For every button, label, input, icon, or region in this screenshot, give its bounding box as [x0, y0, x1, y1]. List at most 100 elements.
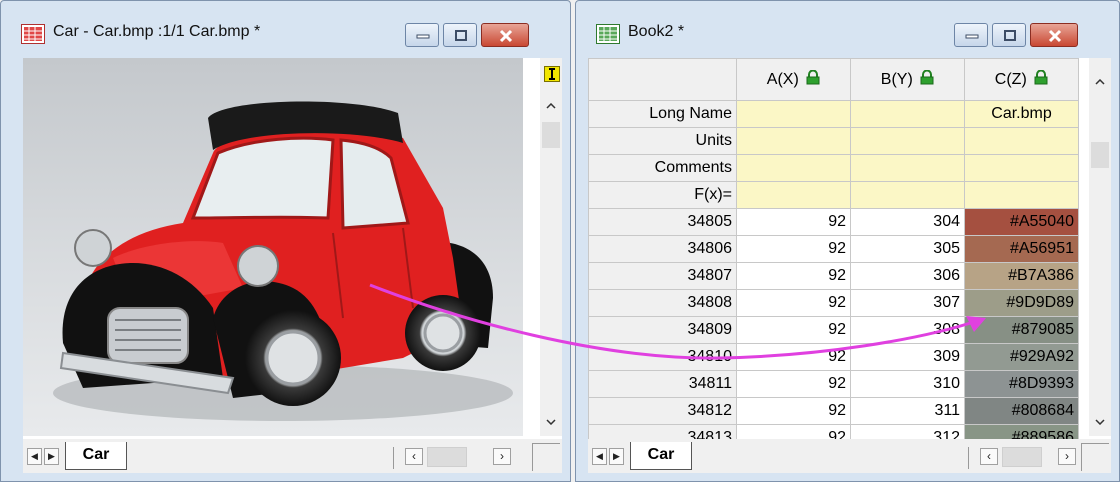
cell-b[interactable]: 307	[850, 289, 965, 317]
label-row-header[interactable]: Long Name	[588, 100, 737, 128]
cell-a[interactable]: 92	[736, 289, 851, 317]
cell-a[interactable]: 92	[736, 343, 851, 371]
next-sheet-button[interactable]: ▶	[44, 448, 59, 465]
cell-b[interactable]: 311	[850, 397, 965, 425]
label-row: Comments	[588, 154, 1079, 182]
cell-c[interactable]: #808684	[964, 397, 1079, 425]
splitter[interactable]	[968, 447, 969, 469]
cell-c[interactable]: #B7A386	[964, 262, 1079, 290]
row-header[interactable]: 34807	[588, 262, 737, 290]
label-cell[interactable]	[964, 154, 1079, 182]
cell-c[interactable]: #A55040	[964, 208, 1079, 236]
image-vertical-scrollbar[interactable]	[540, 58, 562, 436]
label-cell[interactable]	[850, 100, 965, 128]
cell-b[interactable]: 306	[850, 262, 965, 290]
row-header[interactable]: 34808	[588, 289, 737, 317]
cell-c[interactable]: #A56951	[964, 235, 1079, 263]
scroll-down-button[interactable]	[1089, 412, 1111, 430]
worksheet-area[interactable]: A(X) B(Y) C(Z) Long Name Car.bmp Units C…	[588, 58, 1111, 473]
data-reader-icon[interactable]	[544, 66, 560, 82]
label-cell[interactable]	[850, 181, 965, 209]
label-cell[interactable]	[850, 154, 965, 182]
cell-a[interactable]: 92	[736, 316, 851, 344]
column-header-a[interactable]: A(X)	[736, 58, 851, 101]
corner-cell[interactable]	[588, 58, 737, 101]
prev-sheet-button[interactable]: ◀	[27, 448, 42, 465]
cell-b[interactable]: 309	[850, 343, 965, 371]
cell-a[interactable]: 92	[736, 208, 851, 236]
cell-a[interactable]: 92	[736, 397, 851, 425]
minimize-button[interactable]	[954, 23, 988, 47]
workbook-window[interactable]: Book2 * A(X) B(Y) C(Z) Long Name Car.bmp…	[575, 0, 1120, 482]
hscroll-right-button[interactable]: ›	[493, 448, 511, 465]
worksheet-grid[interactable]: A(X) B(Y) C(Z) Long Name Car.bmp Units C…	[588, 58, 1079, 452]
label-row-header[interactable]: Units	[588, 127, 737, 155]
maximize-button[interactable]	[992, 23, 1026, 47]
row-header[interactable]: 34806	[588, 235, 737, 263]
image-window[interactable]: Car - Car.bmp :1/1 Car.bmp * ◀ ▶ Car ‹ ›	[0, 0, 571, 482]
table-row: 34811 92 310 #8D9393	[588, 370, 1079, 398]
cell-c[interactable]: #929A92	[964, 343, 1079, 371]
sheet-tab-car[interactable]: Car	[65, 442, 127, 470]
close-button[interactable]	[1030, 23, 1078, 47]
lock-icon	[1034, 70, 1048, 85]
image-canvas[interactable]: ◀ ▶ Car ‹ ›	[23, 58, 562, 473]
column-header-row: A(X) B(Y) C(Z)	[588, 58, 1079, 101]
cell-b[interactable]: 308	[850, 316, 965, 344]
label-cell[interactable]	[964, 127, 1079, 155]
cell-a[interactable]: 92	[736, 235, 851, 263]
minimize-icon	[965, 34, 979, 39]
cell-b[interactable]: 310	[850, 370, 965, 398]
row-header[interactable]: 34812	[588, 397, 737, 425]
cell-a[interactable]: 92	[736, 262, 851, 290]
label-row-header[interactable]: F(x)=	[588, 181, 737, 209]
resize-grip[interactable]	[532, 443, 560, 471]
hscroll-right-button[interactable]: ›	[1058, 448, 1076, 465]
image-vscroll-thumb[interactable]	[542, 122, 560, 148]
cell-a[interactable]: 92	[736, 370, 851, 398]
cell-c[interactable]: #879085	[964, 316, 1079, 344]
cell-b[interactable]: 305	[850, 235, 965, 263]
minimize-icon	[416, 34, 430, 39]
hscroll-left-button[interactable]: ‹	[405, 448, 423, 465]
scroll-up-button[interactable]	[540, 98, 562, 116]
label-cell[interactable]	[736, 154, 851, 182]
row-header[interactable]: 34805	[588, 208, 737, 236]
image-window-titlebar[interactable]: Car - Car.bmp :1/1 Car.bmp *	[1, 1, 570, 57]
label-cell[interactable]	[964, 181, 1079, 209]
cell-c[interactable]: #9D9D89	[964, 289, 1079, 317]
column-header-b[interactable]: B(Y)	[850, 58, 965, 101]
prev-sheet-button[interactable]: ◀	[592, 448, 607, 465]
label-cell[interactable]: Car.bmp	[964, 100, 1079, 128]
image-hscroll-thumb[interactable]	[427, 447, 467, 467]
splitter[interactable]	[393, 447, 394, 469]
scroll-down-button[interactable]	[540, 412, 562, 430]
maximize-button[interactable]	[443, 23, 477, 47]
label-row-header[interactable]: Comments	[588, 154, 737, 182]
next-sheet-button[interactable]: ▶	[609, 448, 624, 465]
hscroll-left-button[interactable]: ‹	[980, 448, 998, 465]
row-header[interactable]: 34810	[588, 343, 737, 371]
minimize-button[interactable]	[405, 23, 439, 47]
scroll-up-button[interactable]	[1089, 72, 1111, 90]
table-row: 34810 92 309 #929A92	[588, 343, 1079, 371]
worksheet-vscroll-thumb[interactable]	[1091, 142, 1109, 168]
row-header[interactable]: 34811	[588, 370, 737, 398]
row-header[interactable]: 34809	[588, 316, 737, 344]
sheet-tab-car[interactable]: Car	[630, 442, 692, 470]
cell-c[interactable]: #8D9393	[964, 370, 1079, 398]
label-cell[interactable]	[736, 127, 851, 155]
label-cell[interactable]	[736, 100, 851, 128]
workbook-window-titlebar[interactable]: Book2 *	[576, 1, 1119, 57]
close-button[interactable]	[481, 23, 529, 47]
maximize-icon	[455, 30, 467, 41]
label-cell[interactable]	[850, 127, 965, 155]
worksheet-vertical-scrollbar[interactable]	[1089, 58, 1111, 436]
workbook-window-title: Book2 *	[628, 23, 685, 40]
label-cell[interactable]	[736, 181, 851, 209]
column-header-c[interactable]: C(Z)	[964, 58, 1079, 101]
cell-b[interactable]: 304	[850, 208, 965, 236]
table-row: 34808 92 307 #9D9D89	[588, 289, 1079, 317]
resize-grip[interactable]	[1081, 443, 1109, 471]
worksheet-hscroll-thumb[interactable]	[1002, 447, 1042, 467]
